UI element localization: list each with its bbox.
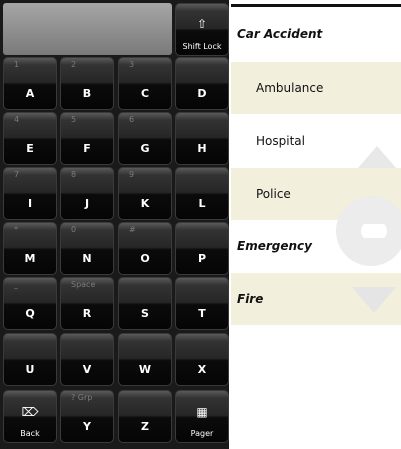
key-label: E	[26, 142, 34, 155]
key-secondary-label: 6	[129, 115, 135, 124]
back-key[interactable]: ⌦ Back	[3, 390, 57, 443]
key-secondary-label: 1	[14, 60, 20, 69]
key-label: J	[84, 197, 90, 210]
key-label: K	[140, 197, 150, 210]
key-label: C	[140, 87, 150, 100]
key-secondary-label: 5	[71, 115, 77, 124]
key-label: B	[82, 87, 92, 100]
scroll-down-arrow-icon[interactable]	[352, 287, 396, 313]
list-item-ambulance[interactable]: Ambulance	[231, 62, 401, 114]
backspace-icon: ⌦	[21, 405, 39, 419]
key-a[interactable]: 1A	[3, 57, 57, 110]
key-e[interactable]: 4E	[3, 112, 57, 165]
key-secondary-label: Space	[71, 280, 96, 289]
key-secondary-label: 7	[14, 170, 20, 179]
pager-key[interactable]: ▦ Pager	[175, 390, 229, 443]
shift-lock-key[interactable]: ⇧ Shift Lock	[175, 3, 229, 56]
list-header-car-accident[interactable]: Car Accident	[231, 8, 401, 60]
key-secondary-label: *	[14, 225, 18, 234]
key-l[interactable]: L	[175, 167, 229, 220]
key-o[interactable]: # O	[118, 222, 172, 275]
key-s[interactable]: S	[118, 277, 172, 330]
key-label: O	[140, 252, 150, 265]
key-i[interactable]: 7I	[3, 167, 57, 220]
key-t[interactable]: T	[175, 277, 229, 330]
scroll-up-arrow-icon[interactable]	[358, 146, 396, 168]
key-label: F	[83, 142, 91, 155]
key-label: R	[82, 307, 92, 320]
key-d[interactable]: D	[175, 57, 229, 110]
list-item-label: Police	[256, 187, 291, 201]
key-secondary-label: ? Grp	[71, 393, 93, 402]
key-label: P	[197, 252, 207, 265]
key-secondary-label: #	[129, 225, 136, 234]
key-p[interactable]: P	[175, 222, 229, 275]
key-k[interactable]: 9K	[118, 167, 172, 220]
scroll-thumb-icon[interactable]	[336, 196, 401, 266]
key-label: L	[198, 197, 206, 210]
key-label: I	[27, 197, 33, 210]
key-label: G	[140, 142, 150, 155]
key-secondary-label: 3	[129, 60, 135, 69]
key-r[interactable]: Space R	[60, 277, 114, 330]
key-j[interactable]: 8J	[60, 167, 114, 220]
key-b[interactable]: 2B	[60, 57, 114, 110]
scroll-thumb-down-icon	[364, 238, 384, 246]
pager-label: Pager	[190, 429, 214, 438]
key-label: X	[197, 363, 207, 376]
key-label: A	[25, 87, 35, 100]
keypad: ⇧ Shift Lock 1A 2B 3C D 4E 5F 6G H 7I 8J…	[0, 0, 229, 449]
key-z[interactable]: Z	[118, 390, 172, 443]
shift-lock-label: Shift Lock	[182, 42, 222, 51]
key-m[interactable]: * M	[3, 222, 57, 275]
key-q[interactable]: _ Q	[3, 277, 57, 330]
key-label: Z	[141, 420, 149, 433]
key-label: N	[82, 252, 92, 265]
key-secondary-label: _	[14, 280, 18, 289]
key-secondary-label: 2	[71, 60, 77, 69]
list-item-label: Hospital	[256, 134, 305, 148]
key-label: S	[141, 307, 149, 320]
key-label: T	[198, 307, 206, 320]
key-label: Q	[25, 307, 35, 320]
key-x[interactable]: X	[175, 333, 229, 386]
key-label: Y	[83, 420, 91, 433]
key-c[interactable]: 3C	[118, 57, 172, 110]
list-top-divider	[231, 4, 401, 7]
key-g[interactable]: 6G	[118, 112, 172, 165]
key-label: H	[197, 142, 207, 155]
list-header-label: Fire	[237, 292, 264, 306]
key-label: U	[25, 363, 35, 376]
key-n[interactable]: 0N	[60, 222, 114, 275]
key-u[interactable]: U	[3, 333, 57, 386]
key-secondary-label: 4	[14, 115, 20, 124]
grid-icon: ▦	[196, 405, 208, 419]
key-label: W	[138, 363, 152, 376]
scroll-thumb-up-icon	[364, 216, 384, 224]
list-header-label: Car Accident	[237, 27, 323, 41]
key-secondary-label: 9	[129, 170, 135, 179]
text-display	[3, 3, 172, 55]
key-v[interactable]: V	[60, 333, 114, 386]
key-label: M	[24, 252, 36, 265]
key-secondary-label: 8	[71, 170, 77, 179]
shift-arrow-icon: ⇧	[196, 17, 208, 31]
list-item-label: Ambulance	[256, 81, 324, 95]
key-w[interactable]: W	[118, 333, 172, 386]
back-label: Back	[20, 429, 40, 438]
key-label: V	[82, 363, 92, 376]
key-label: D	[197, 87, 207, 100]
key-y[interactable]: ? Grp Y	[60, 390, 114, 443]
key-secondary-label: 0	[71, 225, 77, 234]
list-header-label: Emergency	[237, 239, 312, 253]
key-f[interactable]: 5F	[60, 112, 114, 165]
key-h[interactable]: H	[175, 112, 229, 165]
